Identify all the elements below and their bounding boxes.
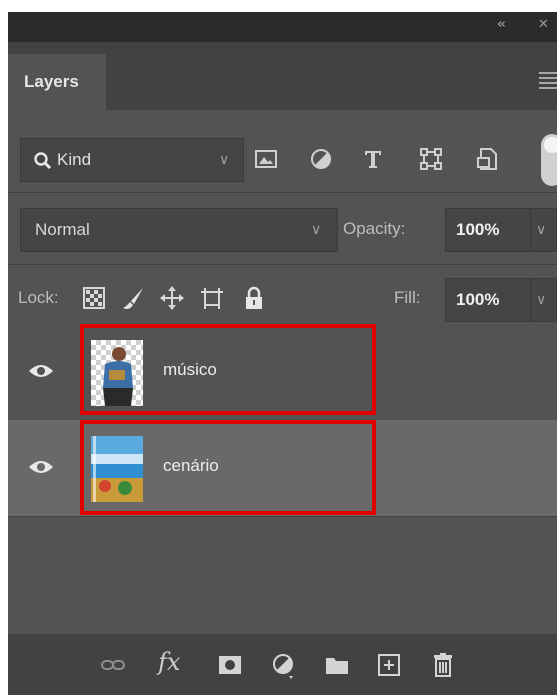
blend-mode-label: Normal (35, 220, 90, 239)
layer-style-icon[interactable]: fx (158, 648, 180, 676)
double-chevron-left-icon[interactable]: ‹‹ (497, 17, 506, 32)
visibility-eye-icon[interactable] (28, 458, 54, 476)
divider (8, 264, 557, 265)
layers-panel: ‹‹ ✕ Layers Kind ∨ Normal ∨ Opacity: 100… (8, 12, 557, 695)
new-layer-icon[interactable] (374, 650, 404, 680)
pixel-filter-icon[interactable] (251, 144, 281, 174)
fill-value: 100% (456, 290, 500, 309)
lock-all-icon[interactable] (240, 284, 268, 312)
filter-toggle-switch[interactable] (539, 134, 557, 186)
search-icon (34, 152, 52, 170)
lock-position-icon[interactable] (158, 284, 186, 312)
divider (8, 516, 557, 517)
shape-filter-icon[interactable] (416, 144, 446, 174)
divider (8, 192, 557, 193)
fill-label: Fill: (394, 288, 421, 307)
highlight-box (80, 420, 376, 515)
link-layers-icon[interactable] (98, 650, 128, 680)
lock-transparent-pixels-icon[interactable] (80, 284, 108, 312)
chevron-down-icon: ∨ (311, 221, 322, 237)
filter-kind-select[interactable]: Kind ∨ (20, 138, 244, 182)
close-icon[interactable]: ✕ (538, 17, 549, 32)
opacity-value: 100% (456, 220, 500, 239)
lock-label: Lock: (18, 288, 59, 307)
panel-titlebar: ‹‹ ✕ (8, 12, 557, 42)
lock-artboard-icon[interactable] (198, 284, 226, 312)
lock-image-pixels-icon[interactable] (119, 284, 147, 312)
chevron-down-icon[interactable]: ∨ (536, 291, 546, 308)
fill-field[interactable]: 100% ∨ (445, 278, 557, 322)
adjustment-layer-icon[interactable] (268, 650, 298, 680)
adjustment-filter-icon[interactable] (306, 144, 336, 174)
visibility-eye-icon[interactable] (28, 362, 54, 380)
opacity-field[interactable]: 100% ∨ (445, 208, 557, 252)
tab-layers-label: Layers (24, 72, 79, 91)
group-folder-icon[interactable] (322, 650, 352, 680)
chevron-down-icon: ∨ (219, 151, 230, 167)
bottom-toolbar: fx (8, 634, 557, 695)
tab-layers[interactable]: Layers (8, 54, 106, 110)
chevron-down-icon[interactable]: ∨ (536, 221, 546, 238)
highlight-box (80, 324, 376, 415)
smart-object-filter-icon[interactable] (472, 144, 502, 174)
delete-layer-icon[interactable] (428, 650, 458, 680)
opacity-label: Opacity: (343, 219, 406, 238)
type-filter-icon[interactable] (358, 144, 388, 174)
filter-kind-label: Kind (57, 150, 92, 169)
panel-menu-icon[interactable] (539, 72, 557, 92)
layer-mask-icon[interactable] (215, 650, 245, 680)
tab-row: Layers (8, 42, 557, 110)
blend-mode-select[interactable]: Normal ∨ (20, 208, 338, 252)
